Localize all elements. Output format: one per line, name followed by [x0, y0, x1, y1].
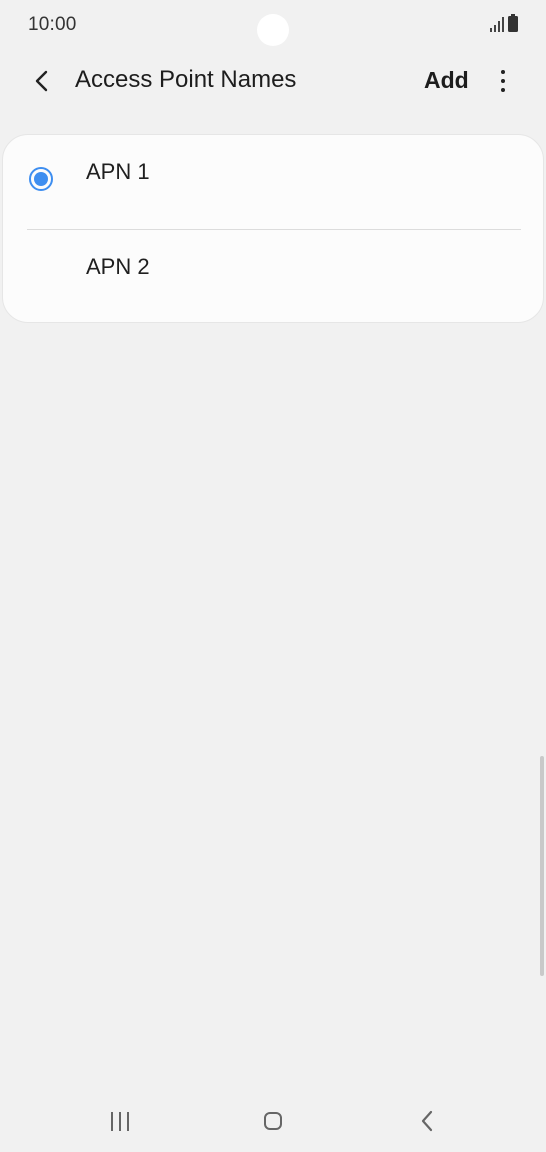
- battery-icon: [508, 14, 518, 32]
- status-icons: [490, 14, 518, 32]
- home-icon: [264, 1112, 282, 1130]
- nav-back-button[interactable]: [412, 1106, 442, 1136]
- page-title: Access Point Names: [75, 66, 297, 93]
- chevron-left-icon: [35, 70, 48, 92]
- screen: 10:00 Access Point Names Add APN 1 APN 2: [0, 0, 546, 1152]
- signal-icon: [490, 16, 504, 32]
- recents-icon: [111, 1111, 113, 1131]
- more-options-button[interactable]: [490, 64, 516, 98]
- add-button[interactable]: Add: [418, 63, 475, 98]
- camera-cutout: [257, 14, 289, 46]
- apn-label: APN 2: [86, 254, 150, 279]
- back-icon: [421, 1110, 433, 1132]
- apn-label: APN 1: [86, 159, 150, 184]
- more-vertical-icon: [501, 70, 505, 74]
- radio-button-selected[interactable]: [29, 167, 53, 191]
- radio-selected-dot: [34, 172, 48, 186]
- navigation-bar: [0, 1090, 546, 1152]
- apn-list: APN 1 APN 2: [2, 134, 544, 323]
- apn-list-item[interactable]: APN 2: [3, 230, 543, 322]
- home-button[interactable]: [260, 1108, 286, 1134]
- scrollbar[interactable]: [540, 756, 544, 976]
- status-bar: 10:00: [0, 0, 546, 52]
- status-time: 10:00: [28, 14, 77, 35]
- apn-list-item[interactable]: APN 1: [3, 135, 543, 229]
- recents-button[interactable]: [104, 1108, 136, 1134]
- back-button[interactable]: [24, 60, 60, 102]
- app-bar: Access Point Names Add: [0, 52, 546, 110]
